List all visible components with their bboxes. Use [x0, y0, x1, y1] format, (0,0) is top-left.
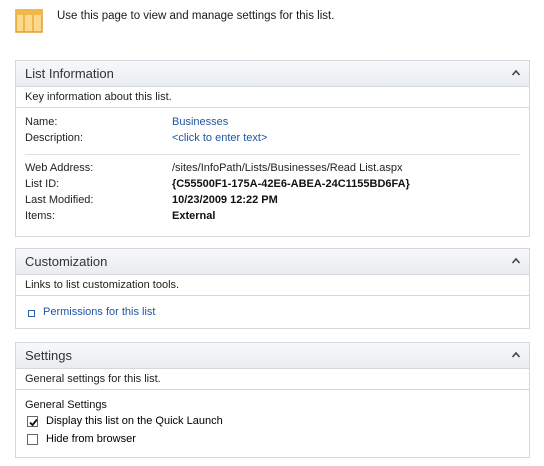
- last-modified-value: 10/23/2009 12:22 PM: [172, 194, 278, 206]
- collapse-icon[interactable]: [510, 349, 522, 361]
- quick-launch-label: Display this list on the Quick Launch: [46, 415, 223, 427]
- items-label: Items:: [25, 210, 55, 222]
- list-settings-icon: [15, 9, 43, 33]
- name-label: Name:: [25, 116, 58, 128]
- general-settings-label: General Settings: [25, 399, 107, 411]
- list-id-label: List ID:: [25, 178, 60, 190]
- section-title: Settings: [25, 348, 72, 363]
- customization-section: Customization Links to list customizatio…: [15, 248, 530, 329]
- web-address-value: /sites/InfoPath/Lists/Businesses/Read Li…: [172, 162, 403, 174]
- page-intro: Use this page to view and manage setting…: [57, 10, 335, 22]
- hide-browser-option[interactable]: Hide from browser: [27, 433, 327, 449]
- divider: [25, 154, 520, 155]
- section-header: Settings: [16, 343, 529, 369]
- last-modified-label: Last Modified:: [25, 194, 94, 206]
- quick-launch-checkbox[interactable]: [27, 416, 38, 427]
- section-header: List Information: [16, 61, 529, 87]
- description-label: Description:: [25, 132, 84, 144]
- web-address-label: Web Address:: [25, 162, 94, 174]
- description-link[interactable]: <click to enter text>: [172, 132, 267, 144]
- section-header: Customization: [16, 249, 529, 275]
- bullet-icon: [28, 310, 35, 317]
- section-title: List Information: [25, 66, 114, 81]
- items-value: External: [172, 210, 216, 222]
- section-description: Links to list customization tools.: [16, 275, 529, 296]
- section-description: General settings for this list.: [16, 369, 529, 390]
- name-link[interactable]: Businesses: [172, 116, 228, 128]
- list-id-value: {C55500F1-175A-42E6-ABEA-24C1155BD6FA}: [172, 178, 410, 190]
- list-information-section: List Information Key information about t…: [15, 60, 530, 237]
- permissions-item: Permissions for this list: [16, 296, 529, 326]
- hide-browser-label: Hide from browser: [46, 433, 136, 445]
- permissions-link[interactable]: Permissions for this list: [43, 306, 155, 318]
- collapse-icon[interactable]: [510, 255, 522, 267]
- hide-browser-checkbox[interactable]: [27, 434, 38, 445]
- section-description: Key information about this list.: [16, 87, 529, 108]
- quick-launch-option[interactable]: Display this list on the Quick Launch: [27, 415, 327, 431]
- collapse-icon[interactable]: [510, 67, 522, 79]
- checkmark-icon: [29, 418, 38, 427]
- section-title: Customization: [25, 254, 108, 269]
- settings-section: Settings General settings for this list.…: [15, 342, 530, 458]
